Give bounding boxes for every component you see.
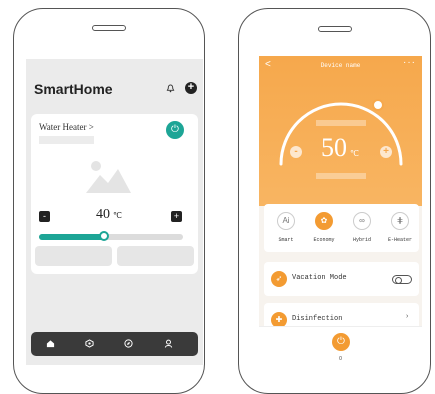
speaker-slot [317, 26, 352, 32]
mode-hybrid[interactable]: ∞ Hybrid [344, 212, 380, 243]
temperature-value: 40 [96, 207, 110, 222]
temperature-unit: ℃ [350, 149, 359, 158]
temperature-value: 50 [321, 133, 347, 162]
status-placeholder [39, 136, 94, 144]
power-icon[interactable]: ⏻ [166, 121, 184, 139]
mode-e-heater[interactable]: ⋕ E-Heater [382, 212, 418, 243]
increase-temp-button[interactable]: + [380, 146, 392, 158]
bottom-power-bar: ⏻ 0 [259, 326, 422, 363]
mode-label: Economy [313, 237, 335, 243]
phone-frame-left: SmartHome + Water Heater > ⏻ - 40 ℃ + [13, 8, 205, 394]
device-name[interactable]: Water Heater > [39, 122, 94, 132]
temperature-hero: < Device name ··· - 50 ℃ + [259, 56, 422, 206]
app-title: SmartHome [34, 81, 113, 97]
slider-fill [39, 234, 104, 240]
image-placeholder-icon [86, 159, 131, 198]
increase-temp-button[interactable]: + [171, 211, 182, 222]
slider-handle[interactable] [98, 231, 109, 241]
power-icon[interactable]: ⏻ [332, 333, 350, 351]
mode-economy[interactable]: ✿ Economy [306, 212, 342, 243]
heater-icon: ⋕ [391, 212, 409, 230]
status-placeholder [316, 120, 366, 126]
temperature-arc[interactable] [259, 56, 422, 206]
discover-icon[interactable] [113, 332, 143, 356]
temperature-unit: ℃ [113, 211, 122, 220]
leaf-icon: ✿ [315, 212, 333, 230]
smarthome-screen: SmartHome + Water Heater > ⏻ - 40 ℃ + [26, 59, 203, 365]
decrease-temp-button[interactable]: - [39, 211, 50, 222]
disinfection-label: Disinfection [292, 315, 343, 323]
temperature-display: 40 ℃ [96, 207, 122, 223]
device-detail-screen: < Device name ··· - 50 ℃ + Ai Smart ✿ Eco… [259, 56, 422, 363]
mode-label: Hybrid [352, 237, 371, 243]
bottom-nav [31, 332, 198, 356]
vacation-mode-toggle[interactable] [392, 275, 412, 284]
action-button-left[interactable] [35, 246, 112, 266]
devices-icon[interactable] [74, 332, 104, 356]
bell-icon[interactable] [166, 84, 175, 95]
status-placeholder [316, 173, 366, 179]
mode-smart[interactable]: Ai Smart [268, 212, 304, 243]
home-icon[interactable] [35, 332, 65, 356]
device-card[interactable]: Water Heater > ⏻ - 40 ℃ + [31, 114, 198, 274]
profile-icon[interactable] [153, 332, 183, 356]
mode-selector: Ai Smart ✿ Economy ∞ Hybrid ⋕ E-Heater [264, 204, 419, 252]
ai-icon: Ai [277, 212, 295, 230]
mode-label: Smart [278, 237, 294, 243]
vacation-icon: ➶ [271, 271, 287, 287]
vacation-mode-label: Vacation Mode [292, 274, 347, 282]
power-status-value: 0 [339, 356, 342, 362]
decrease-temp-button[interactable]: - [290, 146, 302, 158]
temperature-slider[interactable] [39, 231, 183, 241]
vacation-mode-row: ➶ Vacation Mode [264, 262, 419, 296]
temperature-display: 50 ℃ [321, 133, 359, 163]
action-button-right[interactable] [117, 246, 194, 266]
chevron-right-icon: › [406, 313, 409, 320]
infinity-icon: ∞ [353, 212, 371, 230]
phone-frame-right: < Device name ··· - 50 ℃ + Ai Smart ✿ Eco… [238, 8, 431, 394]
plus-icon[interactable]: + [185, 82, 197, 94]
speaker-slot [92, 25, 126, 31]
mode-label: E-Heater [387, 237, 412, 243]
